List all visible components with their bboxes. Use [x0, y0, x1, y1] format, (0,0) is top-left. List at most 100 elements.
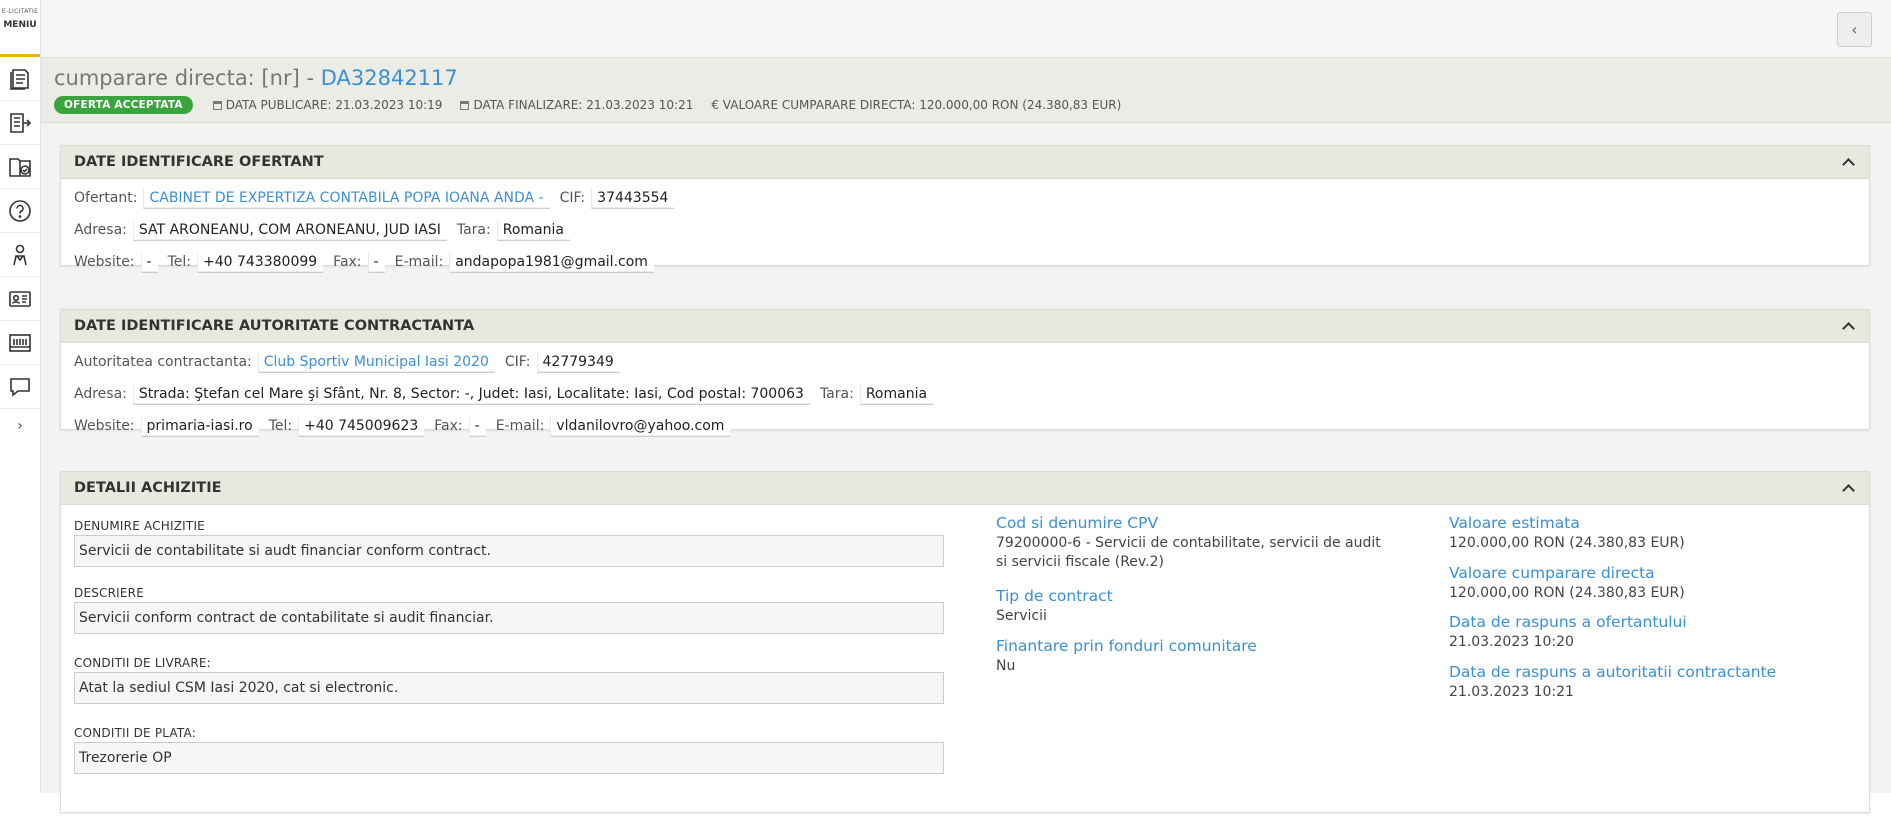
autoritate-row-3: Website: primaria-iasi.ro Tel: +40 74500…: [61, 410, 1869, 442]
main-content: DATE IDENTIFICARE OFERTANT Ofertant: CAB…: [41, 123, 1891, 813]
autoritate-name-link[interactable]: Club Sportiv Municipal Iasi 2020: [257, 351, 495, 373]
denumire-label: DENUMIRE ACHIZITIE: [74, 519, 205, 533]
publish-date-text: DATA PUBLICARE: 21.03.2023 10:19: [225, 98, 443, 112]
website-value: -: [140, 251, 158, 273]
panel-autoritate: DATE IDENTIFICARE AUTORITATE CONTRACTANT…: [60, 309, 1870, 437]
tip-contract-value: Servicii: [996, 608, 1047, 624]
chevron-up-icon[interactable]: [1841, 319, 1855, 333]
detalii-body: DENUMIRE ACHIZITIE Servicii de contabili…: [61, 505, 1869, 825]
panel-ofertant-header[interactable]: DATE IDENTIFICARE OFERTANT: [61, 146, 1869, 179]
autoritate-row-1: Autoritatea contractanta: Club Sportiv M…: [61, 346, 1869, 378]
valoare-estimata-info: Valoare estimata 120.000,00 RON (24.380,…: [1449, 514, 1849, 553]
cpv-value: 79200000-6 - Servicii de contabilitate, …: [996, 535, 1381, 570]
raspuns-ofertant-label: Data de raspuns a ofertantului: [1449, 613, 1687, 631]
cif-value: 42779349: [536, 351, 620, 373]
chevron-up-icon[interactable]: [1841, 481, 1855, 495]
ofertant-name-link[interactable]: CABINET DE EXPERTIZA CONTABILA POPA IOAN…: [143, 187, 550, 209]
brand-menu[interactable]: E-LICITATIE MENIU: [0, 0, 40, 57]
title-code-link[interactable]: DA32842117: [321, 66, 458, 90]
chevron-up-icon[interactable]: [1841, 155, 1855, 169]
tel-value: +40 745009623: [298, 415, 425, 437]
tip-contract-info: Tip de contract Servicii: [996, 587, 1396, 626]
panel-ofertant: DATE IDENTIFICARE OFERTANT Ofertant: CAB…: [60, 145, 1870, 273]
panel-autoritate-header[interactable]: DATE IDENTIFICARE AUTORITATE CONTRACTANT…: [61, 310, 1869, 343]
collapse-panel-button[interactable]: ‹: [1837, 12, 1872, 47]
plata-label: CONDITII DE PLATA:: [74, 726, 196, 740]
sidebar-item-documents[interactable]: [0, 57, 40, 101]
valoare-cd-value: 120.000,00 RON (24.380,83 EUR): [1449, 585, 1685, 601]
sidebar-item-list[interactable]: [0, 101, 40, 145]
sidebar-item-support[interactable]: [0, 233, 40, 277]
sidebar-item-book[interactable]: [0, 145, 40, 189]
tel-label: Tel:: [268, 418, 293, 434]
fax-label: Fax:: [434, 418, 463, 434]
email-value: andapopa1981@gmail.com: [449, 251, 654, 273]
book-check-icon: [9, 157, 31, 177]
plata-field[interactable]: Trezorerie OP: [74, 742, 944, 774]
website-label: Website:: [74, 418, 135, 434]
sidebar-expand-button[interactable]: ›: [0, 409, 40, 443]
sidebar-item-messages[interactable]: [0, 365, 40, 409]
top-bar: ‹: [41, 0, 1891, 58]
page-title: cumparare directa: [nr] - DA32842117: [54, 66, 458, 90]
sidebar: E-LICITATIE MENIU ›: [0, 0, 41, 793]
chat-icon: [10, 377, 30, 397]
sidebar-item-profile[interactable]: [0, 277, 40, 321]
descriere-label: DESCRIERE: [74, 586, 144, 600]
email-value: vldanilovro@yahoo.com: [550, 415, 731, 437]
descriere-field[interactable]: Servicii conform contract de contabilita…: [74, 602, 944, 634]
tara-value: Romania: [496, 219, 570, 241]
email-label: E-mail:: [495, 418, 545, 434]
catalog-icon: [9, 333, 31, 352]
fonduri-value: Nu: [996, 658, 1016, 674]
fonduri-label: Finantare prin fonduri comunitare: [996, 637, 1257, 655]
raspuns-autoritate-label: Data de raspuns a autoritatii contractan…: [1449, 663, 1777, 681]
raspuns-ofertant-info: Data de raspuns a ofertantului 21.03.202…: [1449, 613, 1849, 652]
tel-label: Tel:: [167, 254, 191, 270]
autoritate-row-2: Adresa: Strada: Ştefan cel Mare şi Sfânt…: [61, 378, 1869, 410]
autoritate-label: Autoritatea contractanta:: [74, 354, 252, 370]
ofertant-row-1: Ofertant: CABINET DE EXPERTIZA CONTABILA…: [61, 182, 1869, 214]
cif-label: CIF:: [559, 190, 586, 206]
direct-value: € VALOARE CUMPARARE DIRECTA: 120.000,00 …: [711, 98, 1122, 112]
panel-detalii-header[interactable]: DETALII ACHIZITIE: [61, 472, 1869, 505]
website-label: Website:: [74, 254, 135, 270]
list-arrow-icon: [10, 112, 32, 133]
ofertant-row-2: Adresa: SAT ARONEANU, COM ARONEANU, JUD …: [61, 214, 1869, 246]
tara-label: Tara:: [456, 222, 491, 238]
panel-title: DATE IDENTIFICARE AUTORITATE CONTRACTANT…: [74, 318, 475, 334]
fax-label: Fax:: [333, 254, 362, 270]
page-header: cumparare directa: [nr] - DA32842117 OFE…: [41, 58, 1891, 123]
valoare-cd-info: Valoare cumparare directa 120.000,00 RON…: [1449, 564, 1849, 603]
raspuns-autoritate-value: 21.03.2023 10:21: [1449, 684, 1574, 700]
status-badge: OFERTA ACCEPTATA: [54, 96, 193, 114]
publish-date: DATA PUBLICARE: 21.03.2023 10:19: [212, 98, 443, 112]
adresa-label: Adresa:: [74, 386, 127, 402]
denumire-field[interactable]: Servicii de contabilitate si audt financ…: [74, 535, 944, 567]
panel-detalii: DETALII ACHIZITIE DENUMIRE ACHIZITIE Ser…: [60, 471, 1870, 813]
header-meta: OFERTA ACCEPTATA DATA PUBLICARE: 21.03.2…: [54, 96, 1139, 114]
valoare-estimata-value: 120.000,00 RON (24.380,83 EUR): [1449, 535, 1685, 551]
panel-title: DATE IDENTIFICARE OFERTANT: [74, 154, 324, 170]
tip-contract-label: Tip de contract: [996, 587, 1113, 605]
raspuns-ofertant-value: 21.03.2023 10:20: [1449, 634, 1574, 650]
ofertant-row-3: Website: - Tel: +40 743380099 Fax: - E-m…: [61, 246, 1869, 278]
fax-value: -: [367, 251, 385, 273]
menu-label: MENIU: [3, 20, 37, 30]
sidebar-item-help[interactable]: [0, 189, 40, 233]
sidebar-item-catalog[interactable]: [0, 321, 40, 365]
help-icon: [9, 199, 31, 222]
adresa-value: Strada: Ştefan cel Mare şi Sfânt, Nr. 8,…: [132, 383, 810, 405]
livrare-field[interactable]: Atat la sediul CSM Iasi 2020, cat si ele…: [74, 672, 944, 704]
website-value: primaria-iasi.ro: [140, 415, 259, 437]
cpv-info: Cod si denumire CPV 79200000-6 - Servici…: [996, 514, 1396, 572]
document-icon: [10, 68, 29, 90]
livrare-label: CONDITII DE LIVRARE:: [74, 656, 211, 670]
tel-value: +40 743380099: [197, 251, 324, 273]
fax-value: -: [468, 415, 486, 437]
brand-logo-text: E-LICITATIE: [1, 8, 39, 15]
panel-title: DETALII ACHIZITIE: [74, 480, 222, 496]
cpv-label: Cod si denumire CPV: [996, 514, 1159, 532]
valoare-estimata-label: Valoare estimata: [1449, 514, 1580, 532]
tara-value: Romania: [859, 383, 934, 405]
